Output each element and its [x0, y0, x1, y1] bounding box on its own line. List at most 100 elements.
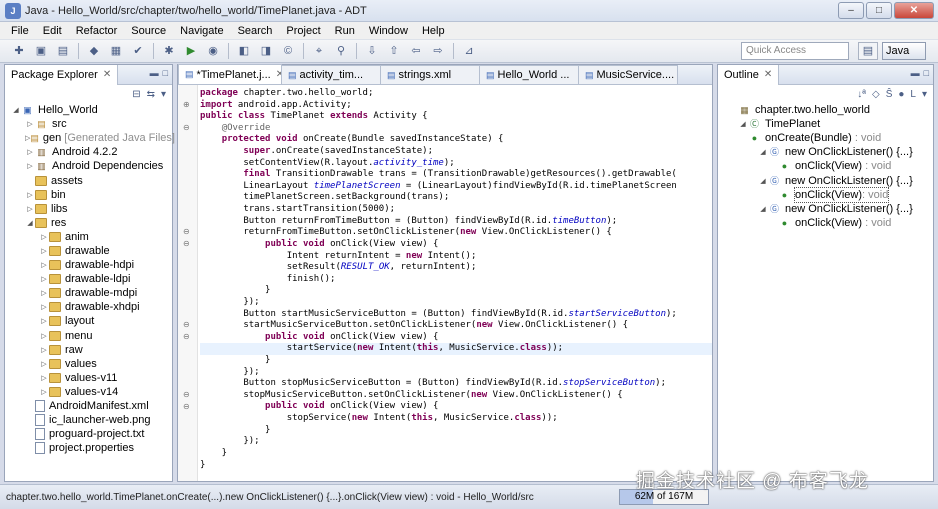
- hide-nonpublic-icon[interactable]: ●: [898, 89, 904, 100]
- hide-local-types-icon[interactable]: L: [910, 89, 916, 100]
- collapsed-arrow-icon[interactable]: ▷: [39, 275, 49, 283]
- tree-item[interactable]: ▷ layout: [11, 314, 172, 328]
- tree-item[interactable]: ▷ bin: [11, 188, 172, 202]
- java-perspective-button[interactable]: Java: [882, 42, 926, 60]
- maximize-view-icon[interactable]: □: [924, 68, 929, 78]
- open-type-icon[interactable]: ⌖: [311, 43, 327, 59]
- next-annotation-icon[interactable]: ⇩: [364, 43, 380, 59]
- collapsed-arrow-icon[interactable]: ▷: [25, 148, 35, 156]
- android-sdk-icon[interactable]: ◆: [86, 43, 102, 59]
- tree-item[interactable]: ▷ ▥ Android Dependencies: [11, 159, 172, 173]
- expand-fold-icon[interactable]: ⊕: [183, 100, 190, 109]
- menu-navigate[interactable]: Navigate: [173, 22, 230, 40]
- back-icon[interactable]: ⇦: [408, 43, 424, 59]
- tree-item[interactable]: ▷ values-v14: [11, 385, 172, 399]
- run-icon[interactable]: ▶: [183, 43, 199, 59]
- tree-item[interactable]: ▷ ▤ src: [11, 117, 172, 131]
- menu-refactor[interactable]: Refactor: [69, 22, 125, 40]
- tree-item[interactable]: project.properties: [11, 441, 172, 455]
- collapse-fold-icon[interactable]: ⊖: [183, 332, 190, 341]
- close-icon[interactable]: ✕: [103, 69, 111, 80]
- pin-editor-icon[interactable]: ⊿: [461, 43, 477, 59]
- tree-item[interactable]: ▷ drawable-hdpi: [11, 258, 172, 272]
- outline-item[interactable]: ▦ chapter.two.hello_world: [738, 103, 933, 117]
- view-menu-icon[interactable]: ▾: [922, 89, 927, 100]
- code-editor[interactable]: ⊕ ⊖ ⊖ ⊖ ⊖ ⊖ ⊖ ⊖ package chapter.two.hello_world…: [178, 85, 712, 481]
- forward-icon[interactable]: ⇨: [430, 43, 446, 59]
- previous-annotation-icon[interactable]: ⇧: [386, 43, 402, 59]
- collapsed-arrow-icon[interactable]: ▷: [39, 332, 49, 340]
- new-java-project-icon[interactable]: ◧: [236, 43, 252, 59]
- collapsed-arrow-icon[interactable]: ▷: [39, 261, 49, 269]
- outline-item[interactable]: ● onClick(View) : void: [738, 186, 933, 203]
- tree-item[interactable]: proguard-project.txt: [11, 427, 172, 441]
- menu-help[interactable]: Help: [415, 22, 452, 40]
- tree-item[interactable]: ▷ ▥ Android 4.2.2: [11, 145, 172, 159]
- collapse-all-icon[interactable]: ⊟: [132, 89, 140, 100]
- collapsed-arrow-icon[interactable]: ▷: [39, 346, 49, 354]
- collapsed-arrow-icon[interactable]: ▷: [39, 317, 49, 325]
- close-icon[interactable]: ✕: [764, 69, 772, 80]
- save-icon[interactable]: ▣: [33, 43, 49, 59]
- tree-item[interactable]: assets: [11, 173, 172, 187]
- tree-item[interactable]: ▷ ▤ gen [Generated Java Files]: [11, 131, 175, 145]
- collapsed-arrow-icon[interactable]: ▷: [39, 388, 49, 396]
- tree-item[interactable]: ▷ drawable: [11, 244, 172, 258]
- collapsed-arrow-icon[interactable]: ▷: [39, 233, 49, 241]
- close-button[interactable]: ✕: [894, 2, 934, 19]
- expanded-arrow-icon[interactable]: ◢: [25, 219, 35, 227]
- collapsed-arrow-icon[interactable]: ▷: [39, 289, 49, 297]
- sort-icon[interactable]: ↓ª: [857, 89, 866, 100]
- menu-file[interactable]: File: [4, 22, 36, 40]
- tree-item[interactable]: ▷ drawable-ldpi: [11, 272, 172, 286]
- link-with-editor-icon[interactable]: ⇆: [147, 89, 155, 100]
- search-icon[interactable]: ⚲: [333, 43, 349, 59]
- debug-icon[interactable]: ✱: [161, 43, 177, 59]
- menu-run[interactable]: Run: [328, 22, 362, 40]
- outline-item[interactable]: ◢ Ⓖnew OnClickListener() {...}: [738, 145, 933, 159]
- collapsed-arrow-icon[interactable]: ▷: [25, 162, 35, 170]
- view-menu-icon[interactable]: ▾: [161, 89, 166, 100]
- expanded-arrow-icon[interactable]: ◢: [758, 205, 768, 213]
- editor-tab[interactable]: ▤*TimePlanet.j...✕: [178, 64, 282, 84]
- tree-item[interactable]: ▷ raw: [11, 343, 172, 357]
- tree-item[interactable]: ic_launcher-web.png: [11, 413, 172, 427]
- outline-item[interactable]: ◢ Ⓖnew OnClickListener() {...}: [738, 173, 933, 187]
- tree-item[interactable]: ▷ anim: [11, 230, 172, 244]
- expanded-arrow-icon[interactable]: ◢: [758, 148, 768, 156]
- minimize-view-icon[interactable]: ▬: [150, 68, 159, 78]
- menu-source[interactable]: Source: [124, 22, 173, 40]
- collapsed-arrow-icon[interactable]: ▷: [25, 191, 35, 199]
- minimize-view-icon[interactable]: ▬: [911, 68, 920, 78]
- hide-fields-icon[interactable]: ◇: [872, 89, 880, 100]
- tree-item[interactable]: ▷ values-v11: [11, 371, 172, 385]
- minimize-button[interactable]: –: [838, 2, 864, 19]
- menu-search[interactable]: Search: [231, 22, 280, 40]
- maximize-button[interactable]: □: [866, 2, 892, 19]
- tree-item[interactable]: ▷ menu: [11, 329, 172, 343]
- expanded-arrow-icon[interactable]: ◢: [11, 106, 21, 114]
- tree-item[interactable]: ▷ drawable-xhdpi: [11, 300, 172, 314]
- tree-item[interactable]: ▷ drawable-mdpi: [11, 286, 172, 300]
- quick-access-input[interactable]: Quick Access: [741, 42, 849, 60]
- collapse-fold-icon[interactable]: ⊖: [183, 227, 190, 236]
- tree-item[interactable]: ▷ values: [11, 357, 172, 371]
- collapsed-arrow-icon[interactable]: ▷: [39, 374, 49, 382]
- open-perspective-button[interactable]: ▤: [858, 42, 878, 60]
- new-icon[interactable]: ✚: [11, 43, 27, 59]
- outline-item[interactable]: ● onCreate(Bundle) : void: [738, 131, 933, 145]
- collapse-fold-icon[interactable]: ⊖: [183, 239, 190, 248]
- collapse-fold-icon[interactable]: ⊖: [183, 402, 190, 411]
- collapsed-arrow-icon[interactable]: ▷: [39, 360, 49, 368]
- editor-tab[interactable]: ▤ activity_tim...: [281, 65, 381, 84]
- maximize-view-icon[interactable]: □: [163, 68, 168, 78]
- outline-tab[interactable]: Outline ✕: [718, 64, 780, 85]
- collapsed-arrow-icon[interactable]: ▷: [25, 205, 35, 213]
- outline-item[interactable]: ● onClick(View) : void: [738, 159, 933, 173]
- tree-item[interactable]: ◢ ▣ Hello_World: [11, 103, 172, 117]
- outline-item[interactable]: ● onClick(View) : void: [738, 216, 933, 230]
- new-package-icon[interactable]: ◨: [258, 43, 274, 59]
- collapse-fold-icon[interactable]: ⊖: [183, 320, 190, 329]
- tree-item[interactable]: AndroidManifest.xml: [11, 399, 172, 413]
- external-tools-icon[interactable]: ◉: [205, 43, 221, 59]
